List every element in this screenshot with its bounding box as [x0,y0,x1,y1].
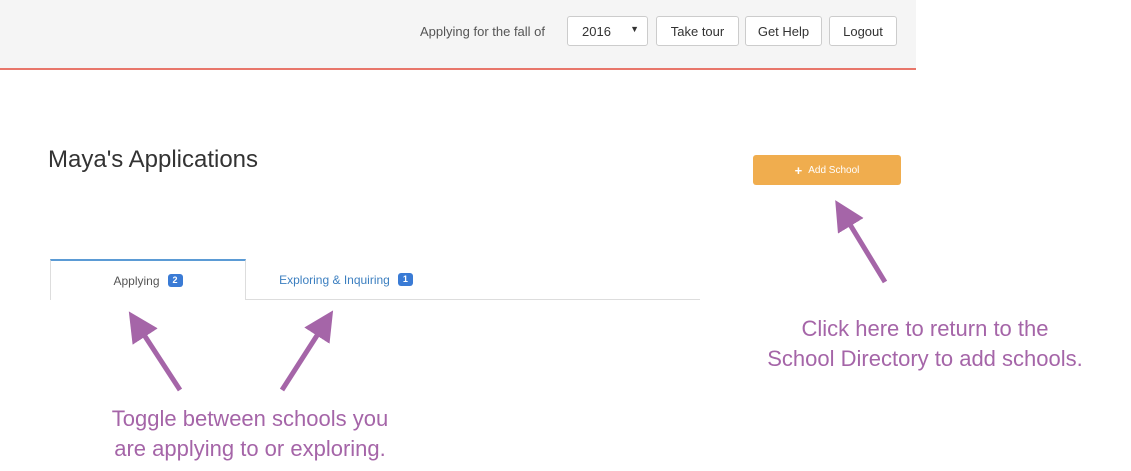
add-school-annotation: Click here to return to the School Direc… [720,314,1130,374]
arrow-to-applying-tab [128,311,183,392]
annotation-line: Toggle between schools you [111,406,389,431]
annotation-line: Click here to return to the [801,316,1049,341]
annotation-arrows [128,200,888,392]
arrow-to-exploring-tab [279,310,334,392]
tabs-annotation: Toggle between schools you are applying … [40,404,460,464]
arrow-to-add-school [835,200,888,284]
annotation-line: are applying to or exploring. [114,436,386,461]
annotation-line: School Directory to add schools. [767,346,1083,371]
